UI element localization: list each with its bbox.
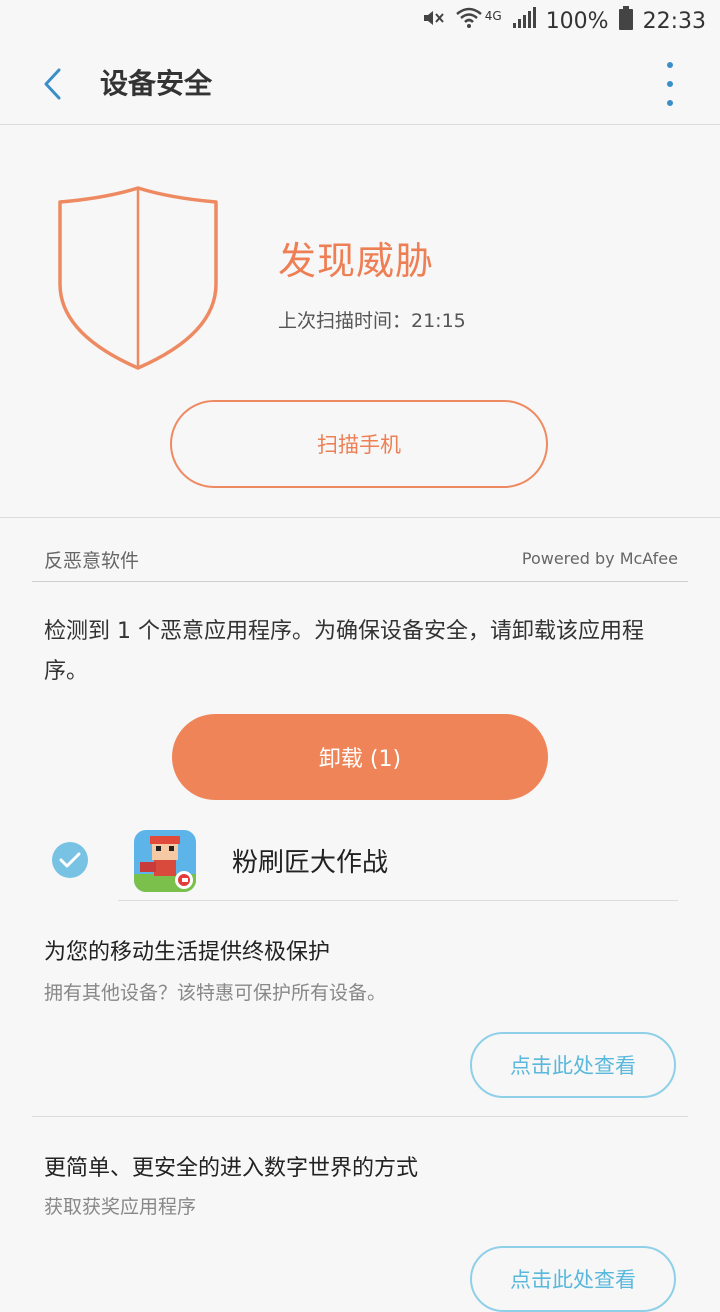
promo-title: 为您的移动生活提供终极保护 bbox=[44, 940, 331, 965]
promo-title: 更简单、更安全的进入数字世界的方式 bbox=[44, 1156, 419, 1181]
promo-subtitle: 获取获奖应用程序 bbox=[44, 1196, 197, 1218]
app-checkbox[interactable] bbox=[52, 842, 88, 878]
mute-icon bbox=[421, 6, 445, 36]
wifi-icon bbox=[455, 6, 483, 36]
view-details-button[interactable]: 点击此处查看 bbox=[470, 1032, 676, 1098]
more-dot bbox=[667, 100, 673, 106]
signal-icon bbox=[512, 7, 536, 35]
threat-status: 发现威胁 bbox=[278, 239, 435, 283]
back-button[interactable] bbox=[32, 64, 72, 104]
shield-icon bbox=[58, 186, 218, 370]
battery-percent: 100% bbox=[545, 8, 609, 34]
divider bbox=[118, 900, 678, 901]
section-title-anti-malware: 反恶意软件 bbox=[44, 550, 140, 572]
more-dot bbox=[667, 62, 673, 68]
uninstall-button[interactable]: 卸载 (1) bbox=[172, 714, 548, 800]
app-header: 设备安全 bbox=[0, 48, 720, 125]
page-title: 设备安全 bbox=[100, 67, 213, 100]
divider bbox=[0, 517, 720, 518]
network-type: 4G bbox=[484, 9, 502, 23]
battery-icon bbox=[618, 6, 633, 36]
powered-by: Powered by McAfee bbox=[521, 549, 678, 568]
more-dot bbox=[667, 81, 673, 87]
more-options-button[interactable] bbox=[660, 62, 680, 106]
promo-subtitle: 拥有其他设备？该特惠可保护所有设备。 bbox=[44, 982, 387, 1004]
status-bar: 4G 100% 22:33 bbox=[0, 0, 720, 48]
status-icons: 4G 100% 22:33 bbox=[421, 6, 706, 36]
divider bbox=[32, 1116, 688, 1117]
divider bbox=[32, 581, 688, 582]
last-scan-time: 上次扫描时间：21:15 bbox=[278, 310, 466, 332]
clock: 22:33 bbox=[642, 8, 706, 34]
app-name: 粉刷匠大作战 bbox=[232, 848, 389, 878]
check-icon bbox=[59, 852, 81, 868]
malware-description: 检测到 1 个恶意应用程序。为确保设备安全，请卸载该应用程序。 bbox=[44, 619, 644, 684]
view-details-button[interactable]: 点击此处查看 bbox=[470, 1246, 676, 1312]
scan-phone-button[interactable]: 扫描手机 bbox=[170, 400, 548, 488]
chevron-left-icon bbox=[44, 68, 61, 100]
app-icon bbox=[134, 830, 196, 892]
